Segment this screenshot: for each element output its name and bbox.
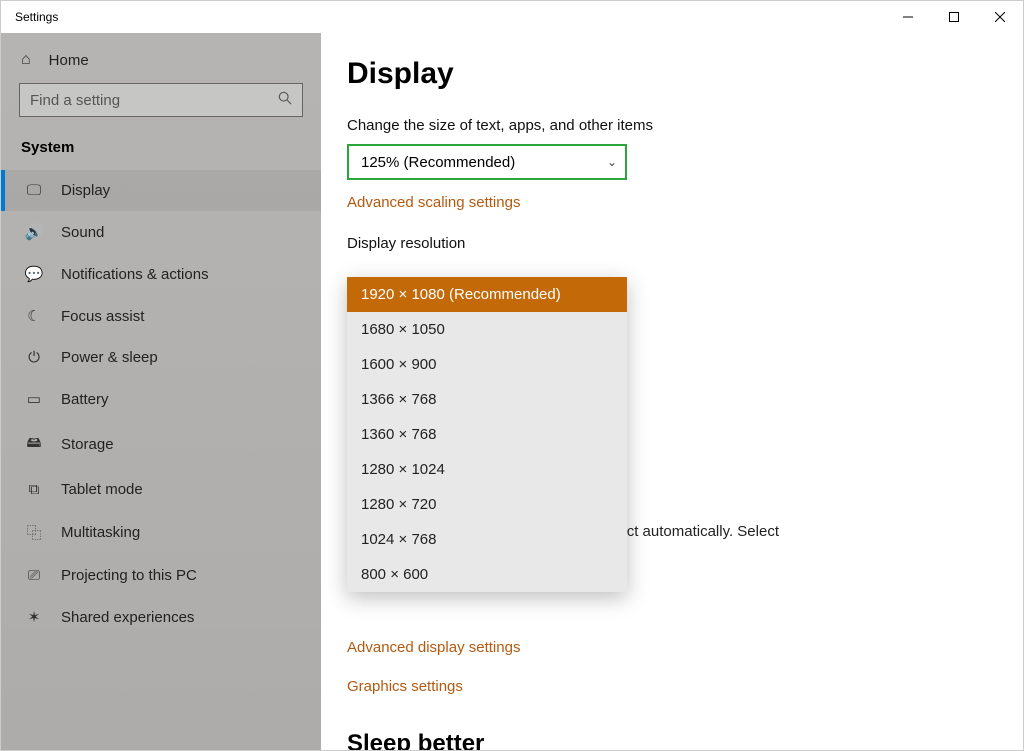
sidebar-item-label: Multitasking: [61, 524, 140, 541]
sidebar-item-tablet-mode[interactable]: ⧉ Tablet mode: [1, 469, 321, 510]
sidebar-item-focus-assist[interactable]: ☾ Focus assist: [1, 295, 321, 337]
sidebar-item-label: Power & sleep: [61, 349, 158, 366]
search-input-container[interactable]: [19, 83, 303, 117]
maximize-button[interactable]: [931, 1, 977, 33]
close-button[interactable]: [977, 1, 1023, 33]
nav-icon: 🔊: [25, 223, 43, 241]
resolution-dropdown[interactable]: 1920 × 1080 (Recommended)1680 × 10501600…: [347, 277, 627, 592]
search-input[interactable]: [30, 92, 278, 109]
resolution-option[interactable]: 1366 × 768: [347, 382, 627, 417]
page-title: Display: [347, 57, 997, 91]
nav-icon: 🖴: [25, 432, 43, 457]
sidebar-item-label: Projecting to this PC: [61, 567, 197, 584]
sidebar-category: System: [1, 133, 321, 170]
resolution-option[interactable]: 1280 × 1024: [347, 452, 627, 487]
resolution-option[interactable]: 1600 × 900: [347, 347, 627, 382]
graphics-settings-link[interactable]: Graphics settings: [347, 678, 520, 695]
advanced-display-link[interactable]: Advanced display settings: [347, 639, 520, 656]
nav-icon: 🖵: [25, 182, 43, 199]
window-title: Settings: [15, 10, 58, 24]
resolution-option[interactable]: 1680 × 1050: [347, 312, 627, 347]
sidebar-home[interactable]: ⌂ Home: [1, 43, 321, 83]
sidebar-item-label: Notifications & actions: [61, 266, 209, 283]
nav-icon: ⿻: [25, 522, 43, 543]
sidebar-item-label: Battery: [61, 391, 109, 408]
nav-icon: ⧉: [25, 481, 43, 498]
advanced-scaling-link[interactable]: Advanced scaling settings: [347, 194, 997, 211]
nav-icon: ✶: [25, 608, 43, 626]
main-content: Display Change the size of text, apps, a…: [321, 33, 1023, 750]
sidebar-item-sound[interactable]: 🔊 Sound: [1, 211, 321, 253]
sidebar-home-label: Home: [49, 52, 89, 69]
sidebar: ⌂ Home System 🖵 Display 🔊 Sound 💬 Notificatio…: [1, 33, 321, 750]
scale-value: 125% (Recommended): [361, 154, 515, 171]
sidebar-item-storage[interactable]: 🖴 Storage: [1, 420, 321, 469]
sidebar-item-label: Shared experiences: [61, 609, 194, 626]
sidebar-item-label: Sound: [61, 224, 104, 241]
sidebar-item-label: Storage: [61, 436, 114, 453]
nav-icon: ▭: [25, 390, 43, 408]
nav-icon: ⏻: [25, 349, 43, 366]
nightlight-text-fragment: ct automatically. Select: [347, 523, 997, 540]
sidebar-item-notifications-actions[interactable]: 💬 Notifications & actions: [1, 253, 321, 295]
nav-icon: ☾: [25, 307, 43, 325]
chevron-down-icon: ⌄: [607, 155, 617, 169]
sidebar-item-battery[interactable]: ▭ Battery: [1, 378, 321, 420]
sidebar-item-display[interactable]: 🖵 Display: [1, 170, 321, 211]
sidebar-item-shared-experiences[interactable]: ✶ Shared experiences: [1, 596, 321, 638]
next-section-heading: Sleep better: [347, 730, 484, 750]
sidebar-item-multitasking[interactable]: ⿻ Multitasking: [1, 510, 321, 555]
sidebar-item-projecting-to-this-pc[interactable]: ⎚ Projecting to this PC: [1, 555, 321, 596]
resolution-option[interactable]: 1920 × 1080 (Recommended): [347, 277, 627, 312]
nav-icon: ⎚: [25, 567, 43, 584]
home-icon: ⌂: [21, 51, 31, 69]
resolution-option[interactable]: 1360 × 768: [347, 417, 627, 452]
sidebar-item-power-sleep[interactable]: ⏻ Power & sleep: [1, 337, 321, 378]
sidebar-item-label: Display: [61, 182, 110, 199]
resolution-label: Display resolution: [347, 235, 997, 252]
scale-label: Change the size of text, apps, and other…: [347, 117, 997, 134]
minimize-button[interactable]: [885, 1, 931, 33]
sidebar-item-label: Tablet mode: [61, 481, 143, 498]
search-icon: [278, 91, 292, 110]
resolution-option[interactable]: 800 × 600: [347, 557, 627, 592]
nav-icon: 💬: [25, 265, 43, 283]
resolution-option[interactable]: 1280 × 720: [347, 487, 627, 522]
sidebar-item-label: Focus assist: [61, 308, 144, 325]
scale-combobox[interactable]: 125% (Recommended) ⌄: [347, 144, 627, 180]
title-bar: Settings: [1, 1, 1023, 33]
